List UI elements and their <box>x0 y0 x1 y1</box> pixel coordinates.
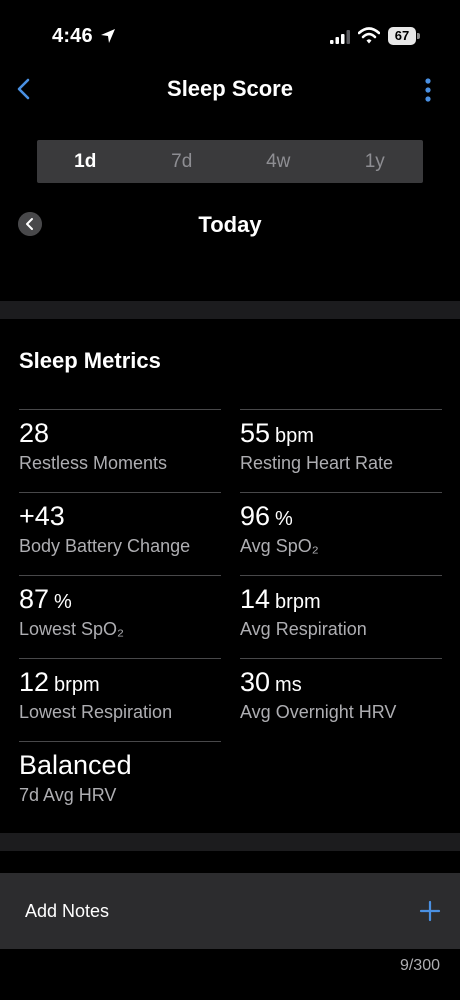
metric-label: Restless Moments <box>19 453 168 473</box>
tab-1y[interactable]: 1y <box>327 140 424 183</box>
sleep-metrics-title: Sleep Metrics <box>19 348 161 373</box>
tab-1d[interactable]: 1d <box>37 140 134 183</box>
notes-char-count: 9/300 <box>399 957 440 974</box>
metric-avg-overnight-hrv: 30 ms Avg Overnight HRV <box>240 658 442 741</box>
metric-label: Body Battery Change <box>19 536 191 556</box>
metric-value: 55 bpm <box>240 418 314 448</box>
metric-lowest-respiration: 12 brpm Lowest Respiration <box>19 658 221 741</box>
metric-label: Lowest Respiration <box>19 702 173 722</box>
metric-label: Avg Respiration <box>240 619 367 639</box>
metric-7d-avg-hrv: Balanced 7d Avg HRV <box>19 741 221 824</box>
page-title: Sleep Score <box>167 76 293 101</box>
add-notes-row[interactable]: Add Notes <box>0 873 460 949</box>
metric-value: 12 brpm <box>19 667 100 697</box>
metric-value: 96% <box>240 501 293 531</box>
date-label: Today <box>198 212 262 237</box>
battery-indicator: 67 <box>388 27 420 45</box>
metric-restless-moments: 28 Restless Moments <box>19 409 221 492</box>
section-divider <box>0 833 460 851</box>
metric-label: 7d Avg HRV <box>19 785 117 805</box>
status-time: 4:46 <box>52 25 93 47</box>
metric-label: Avg SpO₂ <box>240 536 319 556</box>
metric-value: 30 ms <box>240 667 302 697</box>
period-tabs: 1d 7d 4w 1y <box>37 140 423 183</box>
section-divider <box>0 301 460 319</box>
metric-value: +43 <box>19 501 65 531</box>
plus-icon[interactable] <box>419 900 441 922</box>
battery-level: 67 <box>388 27 416 45</box>
metric-value: 87% <box>19 584 72 614</box>
metric-value: 28 <box>19 418 50 448</box>
metric-label: Lowest SpO₂ <box>19 619 125 639</box>
metric-label: Avg Overnight HRV <box>240 702 397 722</box>
tab-4w[interactable]: 4w <box>230 140 327 183</box>
metric-resting-heart-rate: 55 bpm Resting Heart Rate <box>240 409 442 492</box>
add-notes-label: Add Notes <box>25 901 110 921</box>
metric-body-battery-change: +43 Body Battery Change <box>19 492 221 575</box>
cellular-signal-icon <box>330 30 350 44</box>
metric-avg-respiration: 14 brpm Avg Respiration <box>240 575 442 658</box>
battery-nub <box>417 33 420 39</box>
status-bar: 4:46 67 <box>0 0 460 70</box>
metric-label: Resting Heart Rate <box>240 453 394 473</box>
metric-avg-spo2: 96% Avg SpO₂ <box>240 492 442 575</box>
metric-value: Balanced <box>19 750 132 780</box>
metric-lowest-spo2: 87% Lowest SpO₂ <box>19 575 221 658</box>
metric-value: 14 brpm <box>240 584 321 614</box>
tab-7d[interactable]: 7d <box>134 140 231 183</box>
wifi-icon <box>358 27 380 44</box>
more-options-icon[interactable] <box>418 76 438 104</box>
location-arrow-icon <box>101 29 115 43</box>
